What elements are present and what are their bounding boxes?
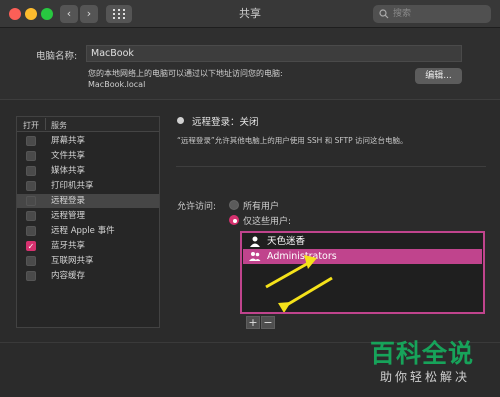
service-checkbox[interactable] (26, 271, 36, 281)
local-address: MacBook.local (88, 80, 146, 89)
edit-button[interactable]: 编辑... (415, 68, 462, 84)
address-hint: 您的本地网络上的电脑可以通过以下地址访问您的电脑: (88, 69, 283, 78)
service-checkbox[interactable] (26, 196, 36, 206)
section-divider (176, 166, 486, 167)
search-icon (379, 9, 389, 19)
minus-icon: − (263, 316, 273, 329)
service-checkbox[interactable] (26, 136, 36, 146)
plus-icon: + (248, 316, 258, 329)
service-row[interactable]: 内容缓存 (17, 269, 159, 283)
service-row[interactable]: 互联网共享 (17, 254, 159, 268)
service-checkbox[interactable]: ✓ (26, 241, 36, 251)
service-row[interactable]: 屏幕共享 (17, 134, 159, 148)
service-row[interactable]: 远程登录 (17, 194, 159, 208)
service-label: 文件共享 (51, 151, 86, 161)
service-checkbox[interactable] (26, 166, 36, 176)
computer-name-field[interactable]: MacBook (86, 45, 462, 62)
service-label: 远程 Apple 事件 (51, 226, 115, 236)
services-list[interactable]: 打开 服务 屏幕共享文件共享媒体共享打印机共享远程登录远程管理远程 Apple … (16, 116, 160, 328)
radio-only-these-users[interactable] (229, 215, 239, 225)
service-label: 打印机共享 (51, 181, 94, 191)
remote-description: “远程登录”允许其他电脑上的用户使用 SSH 和 SFTP 访问这台电脑。 (177, 136, 408, 145)
header-on: 打开 (23, 121, 39, 130)
service-row[interactable]: ✓ 蓝牙共享 (17, 239, 159, 253)
service-label: 屏幕共享 (51, 136, 86, 146)
header-separator (45, 118, 46, 130)
service-row[interactable]: 文件共享 (17, 149, 159, 163)
service-row[interactable]: 媒体共享 (17, 164, 159, 178)
service-checkbox[interactable] (26, 256, 36, 266)
service-checkbox[interactable] (26, 226, 36, 236)
computer-name-label: 电脑名称: (36, 51, 78, 62)
service-checkbox[interactable] (26, 211, 36, 221)
status-indicator-icon (177, 117, 184, 124)
remote-status: 远程登录：关闭 (192, 117, 259, 128)
annotation-arrows (265, 255, 333, 312)
option-all-users: 所有用户 (243, 202, 280, 212)
watermark-brand: 百科全说 (370, 339, 475, 368)
allowed-users-list[interactable]: 天色迷香 Administrators (240, 231, 485, 314)
service-label: 内容缓存 (51, 271, 86, 281)
service-label: 远程管理 (51, 211, 86, 221)
computer-name-section (0, 28, 500, 100)
access-label: 允许访问: (177, 202, 217, 212)
search-field[interactable]: 搜索 (373, 5, 491, 23)
service-label: 互联网共享 (51, 256, 94, 266)
option-only-these-users: 仅这些用户: (243, 217, 292, 227)
services-header: 打开 服务 (17, 117, 159, 132)
service-label: 蓝牙共享 (51, 241, 86, 251)
service-checkbox[interactable] (26, 181, 36, 191)
add-user-button[interactable]: + (246, 316, 260, 329)
service-label: 远程登录 (51, 196, 86, 206)
service-row[interactable]: 打印机共享 (17, 179, 159, 193)
header-service: 服务 (51, 121, 67, 130)
service-label: 媒体共享 (51, 166, 86, 176)
service-checkbox[interactable] (26, 151, 36, 161)
service-row[interactable]: 远程管理 (17, 209, 159, 223)
search-placeholder: 搜索 (393, 9, 412, 19)
service-row[interactable]: 远程 Apple 事件 (17, 224, 159, 238)
radio-all-users[interactable] (229, 200, 239, 210)
remove-user-button[interactable]: − (261, 316, 275, 329)
watermark-tagline: 助你轻松解决 (380, 370, 471, 384)
